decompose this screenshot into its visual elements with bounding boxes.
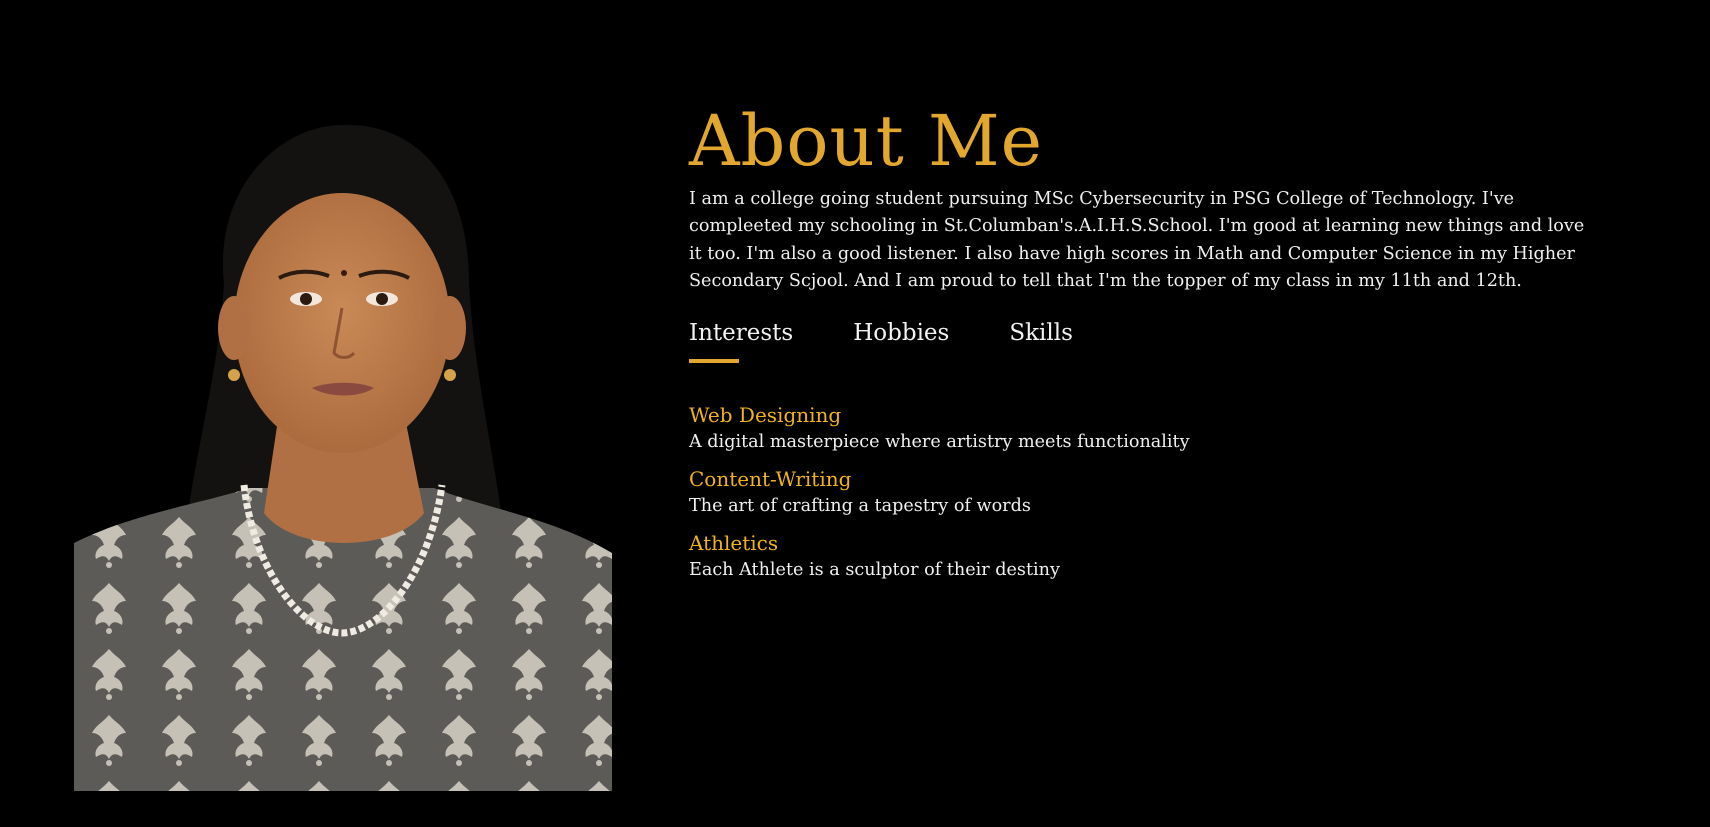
tab-interests[interactable]: Interests (689, 313, 793, 364)
tab-skills[interactable]: Skills (1009, 313, 1073, 363)
interests-list: Web Designing A digital masterpiece wher… (689, 401, 1589, 583)
tab-hobbies[interactable]: Hobbies (853, 313, 949, 363)
interest-title: Content-Writing (689, 467, 852, 492)
list-item: Content-Writing The art of crafting a ta… (689, 465, 1589, 519)
interest-title: Web Designing (689, 403, 842, 428)
about-bio: I am a college going student pursuing MS… (689, 189, 1585, 291)
interest-description: Each Athlete is a sculptor of their dest… (689, 560, 1060, 581)
list-item: Web Designing A digital masterpiece wher… (689, 401, 1589, 455)
about-section: About Me I am a college going student pu… (689, 96, 1589, 593)
interest-description: A digital masterpiece where artistry mee… (689, 432, 1190, 453)
profile-photo (74, 113, 612, 791)
interest-description: The art of crafting a tapestry of words (689, 496, 1031, 517)
list-item: Athletics Each Athlete is a sculptor of … (689, 529, 1589, 583)
interest-title: Athletics (689, 531, 779, 556)
tab-bar: Interests Hobbies Skills (689, 313, 1589, 364)
page-title: About Me (689, 100, 1044, 182)
